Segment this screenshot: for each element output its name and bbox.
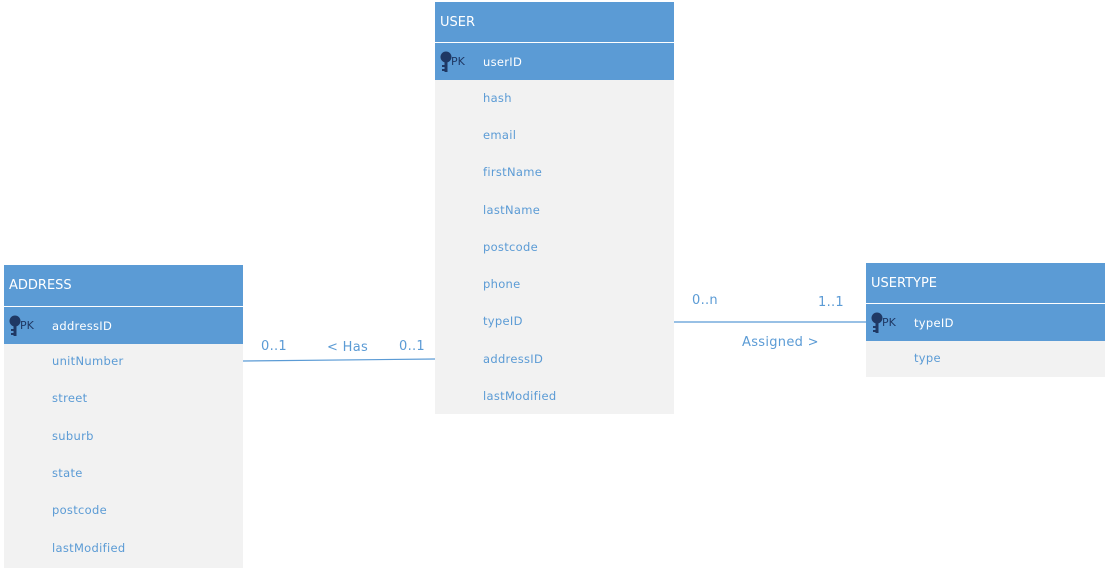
usertype-entity[interactable]: USERTYPE PK typeID type <box>866 263 1105 377</box>
user-field: addressID <box>483 352 544 366</box>
user-field: phone <box>483 277 521 291</box>
user-field: lastName <box>483 203 541 217</box>
user-pk-row[interactable]: PK userID <box>435 43 674 80</box>
has-user-cardinality: 0..1 <box>399 339 426 354</box>
address-entity[interactable]: ADDRESS PK addressID unitNumber street s… <box>4 265 243 568</box>
assigned-relationship-label: Assigned > <box>742 335 819 350</box>
user-field: firstName <box>483 165 543 179</box>
usertype-entity-title: USERTYPE <box>866 263 1105 304</box>
address-field: lastModified <box>52 541 126 555</box>
usertype-field: type <box>914 351 941 365</box>
pk-label: PK <box>20 319 34 332</box>
user-field: postcode <box>483 240 538 254</box>
address-fields: unitNumber street suburb state postcode … <box>4 344 243 568</box>
user-pk-field: userID <box>483 54 523 69</box>
user-field: hash <box>483 91 512 105</box>
user-field: email <box>483 128 517 142</box>
pk-label: PK <box>882 316 896 329</box>
user-entity-title: USER <box>435 2 674 43</box>
assigned-usertype-cardinality: 1..1 <box>818 295 845 310</box>
user-field: lastModified <box>483 389 557 403</box>
user-entity[interactable]: USER PK userID hash email firstName last… <box>435 2 674 414</box>
address-pk-row[interactable]: PK addressID <box>4 307 243 344</box>
usertype-pk-row[interactable]: PK typeID <box>866 304 1105 341</box>
has-relationship-line <box>242 358 436 362</box>
usertype-pk-field: typeID <box>914 315 954 330</box>
user-fields: hash email firstName lastName postcode p… <box>435 80 674 414</box>
address-pk-field: addressID <box>52 318 113 333</box>
address-field: suburb <box>52 429 94 443</box>
address-field: street <box>52 391 88 405</box>
usertype-fields: type <box>866 341 1105 377</box>
pk-label: PK <box>451 55 465 68</box>
has-address-cardinality: 0..1 <box>261 339 288 354</box>
address-entity-title: ADDRESS <box>4 265 243 307</box>
address-field: state <box>52 466 83 480</box>
address-field: postcode <box>52 503 107 517</box>
user-field: typeID <box>483 314 523 328</box>
address-field: unitNumber <box>52 354 124 368</box>
has-relationship-label: < Has <box>327 340 369 355</box>
assigned-user-cardinality: 0..n <box>692 293 718 308</box>
